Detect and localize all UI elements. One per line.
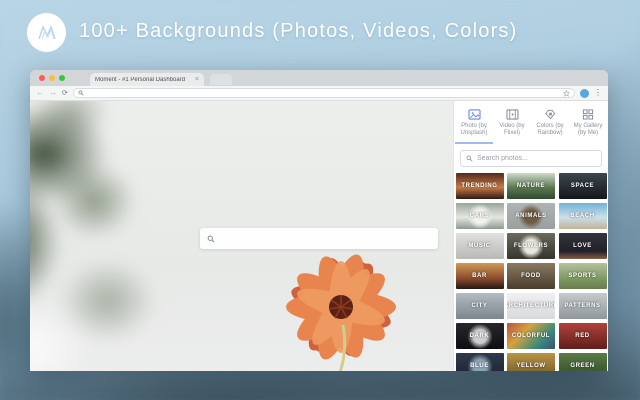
category-label: NATURE xyxy=(516,183,546,189)
category-label: MUSIC xyxy=(468,243,491,249)
colors-icon xyxy=(544,109,555,120)
panel-search-input[interactable] xyxy=(477,155,596,162)
category-label: ARCHITECTURE xyxy=(507,303,555,309)
tab-photo-unsplash[interactable]: Photo (by Unsplash) xyxy=(455,109,493,144)
minimize-window-button[interactable] xyxy=(49,75,55,81)
category-tile-beach[interactable]: BEACH xyxy=(558,203,607,229)
category-label: FLOWERS xyxy=(513,243,549,249)
tab-label: Video (by Flixel) xyxy=(499,123,525,136)
category-label: CARS xyxy=(469,213,490,219)
search-icon xyxy=(466,155,473,162)
photo-icon xyxy=(467,109,481,120)
zoom-window-button[interactable] xyxy=(59,75,65,81)
tab-colors-rainbow[interactable]: Colors (by Rainbow) xyxy=(531,109,569,144)
page-search-bar[interactable] xyxy=(200,228,438,249)
category-label: YELLOW xyxy=(516,363,546,369)
category-tile-sports[interactable]: SPORTS xyxy=(558,263,607,289)
category-label: CITY xyxy=(471,303,488,309)
tab-close-icon[interactable]: × xyxy=(195,76,199,83)
category-label: DARK xyxy=(469,333,490,339)
category-tile-city[interactable]: CITY xyxy=(455,293,504,319)
category-tile-food[interactable]: FOOD xyxy=(507,263,555,289)
category-tile-patterns[interactable]: PATTERNS xyxy=(558,293,607,319)
tab-label: Photo (by Unsplash) xyxy=(460,123,488,136)
category-tile-green[interactable]: GREEN xyxy=(558,353,607,371)
moment-logo xyxy=(27,13,66,52)
backgrounds-panel: Photo (by Unsplash) Video (by Flixel) Co… xyxy=(453,101,608,371)
category-tile-blue[interactable]: BLUE xyxy=(455,353,504,371)
reload-icon[interactable]: ⟳ xyxy=(62,90,68,97)
back-icon[interactable]: ← xyxy=(36,89,44,97)
panel-search-bar[interactable] xyxy=(460,150,602,167)
profile-avatar[interactable] xyxy=(580,88,589,98)
promo-header: 100+ Backgrounds (Photos, Videos, Colors… xyxy=(0,0,640,64)
category-tile-cars[interactable]: CARS xyxy=(455,203,504,229)
category-label: LOVE xyxy=(573,243,592,249)
search-icon xyxy=(78,90,84,96)
tab-title: Moment - #1 Personal Dashboard xyxy=(95,76,186,83)
new-tab-button[interactable] xyxy=(210,74,232,85)
category-label: SPORTS xyxy=(568,273,597,279)
category-label: GREEN xyxy=(570,363,595,369)
category-tile-dark[interactable]: DARK xyxy=(455,323,504,349)
category-tile-music[interactable]: MUSIC xyxy=(455,233,504,259)
window-controls xyxy=(39,75,65,81)
page-search-input[interactable] xyxy=(220,234,431,243)
category-label: PATTERNS xyxy=(564,303,601,309)
category-tile-flowers[interactable]: FLOWERS xyxy=(507,233,555,259)
tab-label: My Gallery (by Me) xyxy=(573,123,603,136)
category-label: RED xyxy=(575,333,590,339)
tab-my-gallery[interactable]: My Gallery (by Me) xyxy=(569,109,607,144)
category-tile-bar[interactable]: BAR xyxy=(455,263,504,289)
category-tile-love[interactable]: LOVE xyxy=(558,233,607,259)
category-label: ANIMALS xyxy=(515,213,547,219)
browser-menu-icon[interactable]: ⋮ xyxy=(594,89,602,97)
bookmark-star-icon[interactable] xyxy=(563,89,570,97)
close-window-button[interactable] xyxy=(39,75,45,81)
category-tile-animals[interactable]: ANIMALS xyxy=(507,203,555,229)
address-bar[interactable] xyxy=(72,88,575,98)
gallery-grid-icon xyxy=(582,109,594,120)
category-tile-trending[interactable]: TRENDING xyxy=(455,173,504,199)
browser-window: Moment - #1 Personal Dashboard × ← → ⟳ ⋮ xyxy=(30,70,608,371)
page-content: Photo (by Unsplash) Video (by Flixel) Co… xyxy=(30,101,608,371)
category-tile-colorful[interactable]: COLORFUL xyxy=(507,323,555,349)
category-tile-space[interactable]: SPACE xyxy=(558,173,607,199)
screenshot-stage: 100+ Backgrounds (Photos, Videos, Colors… xyxy=(0,0,640,400)
video-icon xyxy=(505,109,519,120)
category-label: FOOD xyxy=(521,273,541,279)
category-label: SPACE xyxy=(570,183,595,189)
m-monogram-icon xyxy=(37,24,56,39)
browser-tab-moment[interactable]: Moment - #1 Personal Dashboard × xyxy=(90,73,204,86)
orange-flower-image xyxy=(286,254,396,371)
panel-tabs: Photo (by Unsplash) Video (by Flixel) Co… xyxy=(454,101,608,144)
browser-toolbar: ← → ⟳ ⋮ xyxy=(30,86,608,101)
newtab-main xyxy=(30,101,453,371)
category-label: BEACH xyxy=(570,213,595,219)
category-grid: TRENDING NATURE SPACE CARS ANIMALS BEACH MUSIC… xyxy=(454,173,608,371)
tab-label: Colors (by Rainbow) xyxy=(536,123,564,136)
category-tile-nature[interactable]: NATURE xyxy=(507,173,555,199)
category-tile-yellow[interactable]: YELLOW xyxy=(507,353,555,371)
category-label: BLUE xyxy=(470,363,489,369)
category-label: COLORFUL xyxy=(511,333,551,339)
promo-title: 100+ Backgrounds (Photos, Videos, Colors… xyxy=(79,20,518,42)
forward-icon[interactable]: → xyxy=(49,89,57,97)
search-icon xyxy=(207,235,215,242)
category-tile-architecture[interactable]: ARCHITECTURE xyxy=(507,293,555,319)
browser-tab-bar: Moment - #1 Personal Dashboard × xyxy=(30,70,608,86)
category-label: TRENDING xyxy=(461,183,498,189)
category-tile-red[interactable]: RED xyxy=(558,323,607,349)
category-label: BAR xyxy=(472,273,487,279)
tab-video-flixel[interactable]: Video (by Flixel) xyxy=(493,109,531,144)
